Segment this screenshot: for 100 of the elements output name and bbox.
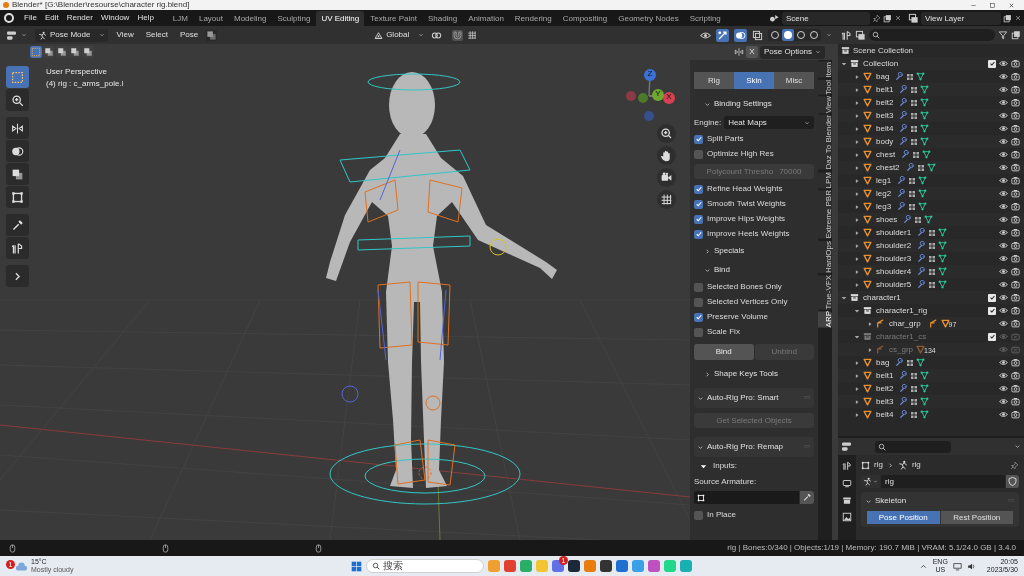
checkbox-label[interactable]: Refine Head Weights (707, 183, 783, 195)
editor-type-icon[interactable] (841, 29, 852, 41)
checkbox-label[interactable]: Selected Bones Only (707, 281, 782, 293)
outliner-item[interactable]: belt2 (876, 96, 894, 109)
outliner-item[interactable]: leg3 (876, 200, 892, 213)
sidebar-tab[interactable]: Tool (818, 79, 832, 95)
caret-icon[interactable] (1014, 443, 1021, 451)
modifier-grid-icon[interactable] (910, 384, 919, 393)
wrench-icon[interactable] (899, 384, 909, 393)
wrench-icon[interactable] (897, 189, 907, 198)
checkbox[interactable] (694, 312, 703, 322)
snap-target-icon[interactable] (467, 30, 478, 40)
subpanel-header[interactable]: Bind (694, 261, 814, 279)
checkbox-label[interactable]: Split Parts (707, 133, 744, 145)
tool-settings-icon[interactable] (842, 461, 852, 472)
sidebar-tab[interactable]: True-VFX (818, 274, 832, 310)
display-mode-icon[interactable] (855, 29, 866, 41)
expand-arrow-icon[interactable] (854, 255, 860, 262)
eye-icon[interactable] (999, 150, 1008, 159)
mirror-icon[interactable] (734, 47, 744, 57)
modifier-grid-icon[interactable] (914, 215, 923, 224)
exclude-checkbox[interactable] (988, 293, 996, 302)
eye-icon[interactable] (999, 410, 1008, 419)
mesh-object-icon[interactable] (940, 319, 950, 328)
menu-item[interactable]: View (112, 29, 138, 41)
sidebar-tab[interactable]: Extreme PBR (818, 190, 832, 239)
outliner-item[interactable]: shoulder1 (876, 226, 912, 239)
modifier-grid-icon[interactable] (910, 371, 919, 380)
menu-item[interactable]: Edit (40, 10, 63, 26)
wrench-icon[interactable] (917, 280, 927, 289)
eyedropper-icon[interactable] (800, 491, 814, 504)
expand-arrow-icon[interactable] (854, 385, 860, 392)
camera-icon[interactable] (1011, 111, 1020, 120)
workspace-tab[interactable]: Layout (193, 10, 228, 26)
camera-icon[interactable] (1011, 176, 1020, 185)
panel-tab[interactable]: Skin (734, 72, 774, 89)
mesh-data-icon[interactable] (926, 163, 936, 172)
pin-icon[interactable] (1010, 460, 1019, 470)
camera-view-icon[interactable] (657, 168, 676, 187)
expand-arrow-icon[interactable] (854, 268, 860, 275)
outliner-item[interactable]: bag (876, 70, 890, 83)
modifier-grid-icon[interactable] (910, 410, 919, 419)
mesh-data-icon[interactable] (922, 150, 932, 159)
checkbox-label[interactable]: Preserve Volume (707, 311, 768, 323)
camera-icon[interactable] (1011, 163, 1020, 172)
view-layer-icon[interactable] (908, 12, 919, 24)
outliner-item[interactable]: belt4 (876, 122, 894, 135)
modifier-grid-icon[interactable] (928, 267, 937, 276)
camera-icon[interactable] (1011, 241, 1020, 250)
checkbox[interactable] (694, 282, 703, 292)
orientation-dropdown[interactable]: Global (371, 28, 428, 42)
checkbox[interactable] (694, 327, 703, 337)
name-field[interactable]: rig (881, 475, 1005, 489)
breadcrumb-item[interactable]: rig (874, 459, 883, 472)
outliner-item[interactable]: Collection (863, 57, 899, 70)
mesh-data-icon[interactable] (916, 358, 926, 367)
wrench-icon[interactable] (899, 85, 909, 94)
expand-arrow-icon[interactable] (854, 229, 860, 236)
action-button[interactable]: Bind (694, 344, 754, 360)
camera-icon[interactable] (1011, 124, 1020, 133)
mesh-data-icon[interactable] (938, 241, 948, 250)
search-field[interactable]: 搜索 (366, 559, 484, 573)
expand-arrow-icon[interactable] (854, 242, 860, 249)
workspace-tab[interactable]: Scripting (684, 10, 726, 26)
eye-icon[interactable] (999, 397, 1008, 406)
eye-icon[interactable] (999, 85, 1008, 94)
mesh-data-icon[interactable] (920, 384, 930, 393)
wrench-icon[interactable] (895, 358, 905, 367)
menu-item[interactable]: Window (96, 10, 134, 26)
mesh-data-icon[interactable] (938, 254, 948, 263)
outliner-item[interactable]: leg2 (876, 187, 892, 200)
menu-item[interactable]: Help (133, 10, 158, 26)
app-icon[interactable] (600, 560, 612, 572)
workspace-tab[interactable]: UV Editing (316, 10, 365, 26)
camera-icon[interactable] (1011, 371, 1020, 380)
menu-item[interactable]: File (20, 10, 41, 26)
select-mode-icon[interactable] (43, 46, 55, 58)
modifier-grid-icon[interactable] (906, 72, 915, 81)
outliner-item[interactable]: leg1 (876, 174, 892, 187)
expand-arrow-icon[interactable] (854, 203, 860, 210)
modifier-grid-icon[interactable] (916, 163, 925, 172)
camera-icon[interactable] (1011, 189, 1020, 198)
expand-arrow-icon[interactable] (854, 73, 860, 80)
sidebar-tab[interactable]: Daz To Blender (818, 115, 832, 170)
select-mode-icon[interactable] (82, 46, 94, 58)
eye-icon[interactable] (999, 163, 1008, 172)
armature-data-icon[interactable] (928, 319, 938, 328)
mesh-object-icon[interactable] (916, 345, 925, 354)
filter-icon[interactable] (998, 30, 1008, 40)
workspace-tab[interactable]: Animation (463, 10, 509, 26)
camera-icon[interactable] (1011, 59, 1020, 68)
camera-icon[interactable] (1011, 202, 1020, 211)
camera-icon[interactable] (1011, 397, 1020, 406)
modifier-grid-icon[interactable] (908, 202, 917, 211)
workspace-tab[interactable]: Texture Paint (365, 10, 422, 26)
expand-arrow-icon[interactable] (854, 411, 860, 418)
eye-icon[interactable] (999, 124, 1008, 133)
measure-tool[interactable] (6, 237, 29, 259)
app-icon[interactable] (568, 560, 580, 572)
wrench-icon[interactable] (917, 228, 927, 237)
